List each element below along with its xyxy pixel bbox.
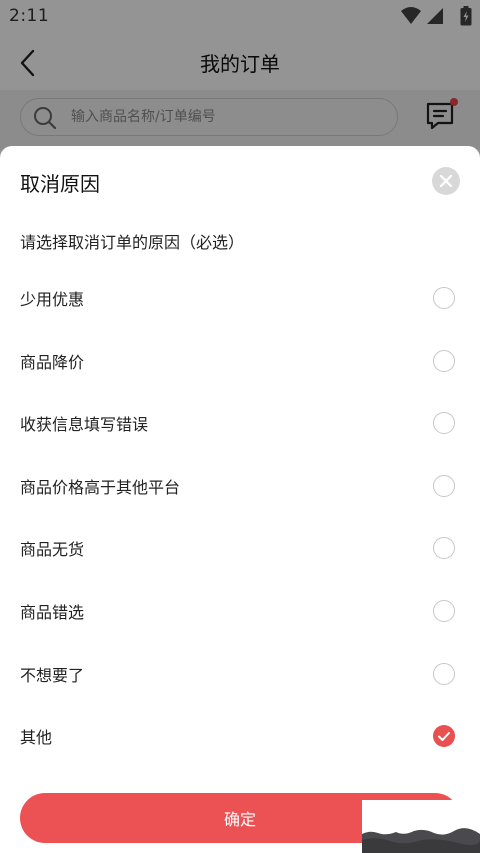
- image-thumbnail: [362, 800, 480, 853]
- radio-unchecked-icon[interactable]: [433, 349, 455, 372]
- reason-list: 少用优惠 商品降价 收获信息填写错误 商品价格高于其他平台 商品无货 商品错选 …: [0, 268, 480, 769]
- sheet-title: 取消原因: [20, 172, 100, 196]
- checkmark-icon: [438, 732, 450, 742]
- reason-item[interactable]: 商品降价: [0, 331, 480, 394]
- reason-item[interactable]: 商品错选: [0, 581, 480, 644]
- radio-unchecked-icon[interactable]: [433, 287, 455, 309]
- reason-item[interactable]: 商品无货: [0, 518, 480, 581]
- radio-unchecked-icon[interactable]: [433, 474, 455, 497]
- cancel-reason-sheet: 取消原因 请选择取消订单的原因（必选） 少用优惠 商品降价 收获信息填写错误 商…: [0, 146, 480, 853]
- reason-label: 商品价格高于其他平台: [20, 477, 181, 497]
- close-button[interactable]: [432, 167, 460, 195]
- radio-unchecked-icon[interactable]: [433, 599, 455, 622]
- reason-label: 商品降价: [20, 352, 85, 372]
- reason-label: 收获信息填写错误: [20, 415, 149, 435]
- radio-unchecked-icon[interactable]: [433, 662, 455, 685]
- reason-label: 少用优惠: [20, 290, 85, 309]
- radio-checked-icon[interactable]: [433, 725, 455, 748]
- radio-unchecked-icon[interactable]: [433, 412, 455, 435]
- reason-label: 商品错选: [20, 602, 85, 622]
- preview-thumbnail: [362, 800, 480, 853]
- sheet-subtitle: 请选择取消订单的原因（必选）: [20, 233, 245, 252]
- reason-item[interactable]: 不想要了: [0, 644, 480, 707]
- radio-unchecked-icon[interactable]: [433, 537, 455, 560]
- reason-item-selected[interactable]: 其他: [0, 706, 480, 769]
- close-icon: [439, 174, 453, 188]
- reason-item[interactable]: 商品价格高于其他平台: [0, 456, 480, 519]
- reason-label: 商品无货: [20, 540, 85, 560]
- reason-label: 其他: [20, 728, 53, 748]
- reason-item[interactable]: 收获信息填写错误: [0, 393, 480, 456]
- reason-label: 不想要了: [20, 665, 85, 685]
- reason-item[interactable]: 少用优惠: [0, 268, 480, 331]
